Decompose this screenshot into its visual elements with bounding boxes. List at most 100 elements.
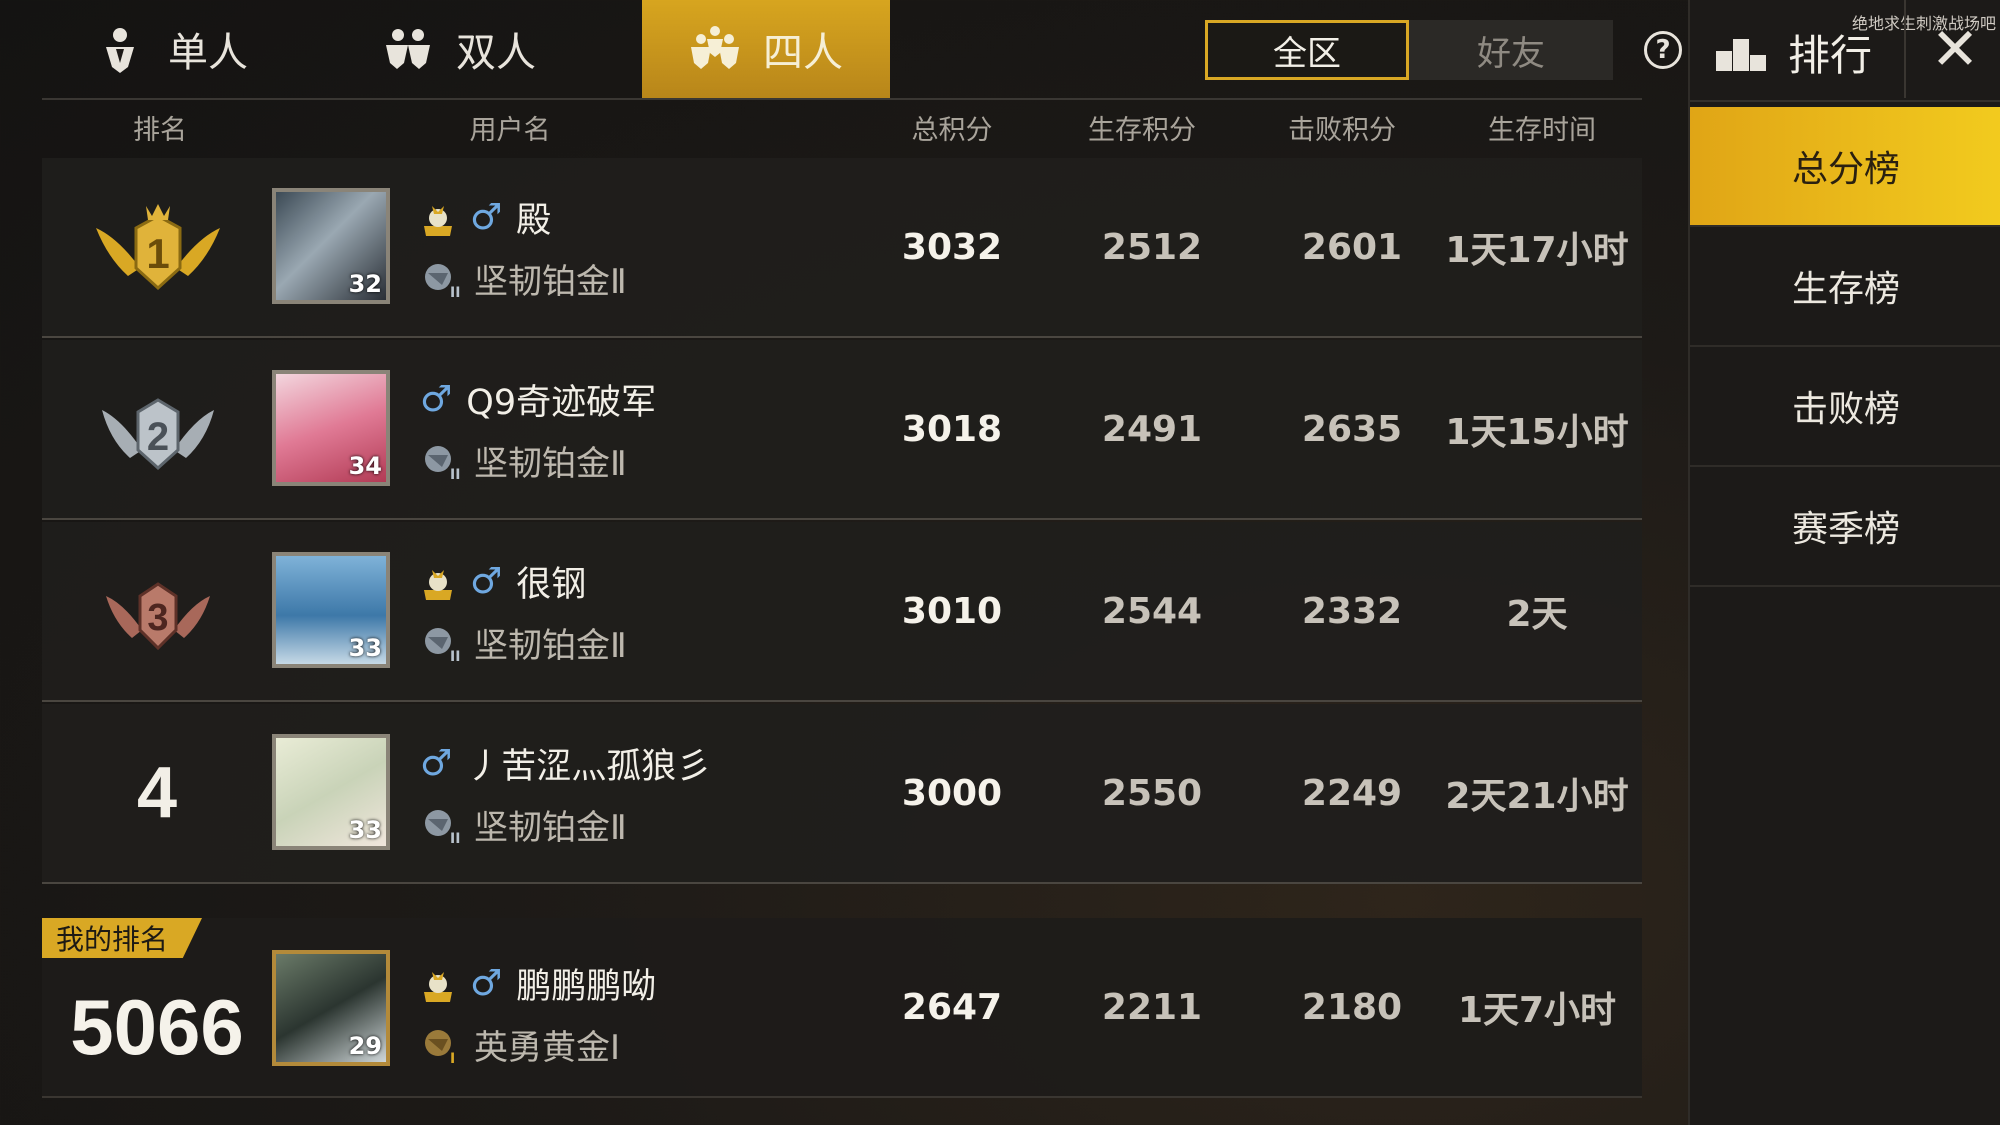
avatar[interactable]: 29 bbox=[272, 950, 390, 1066]
total-score: 3032 bbox=[901, 226, 1003, 268]
total-score: 3010 bbox=[901, 590, 1003, 632]
survival-score: 2512 bbox=[1101, 226, 1203, 268]
svg-text:II: II bbox=[450, 649, 460, 663]
platinum-tier-icon: II bbox=[425, 627, 460, 663]
tier-line: I 英勇黄金Ⅰ bbox=[420, 1020, 620, 1069]
my-rank-tag: 我的排名 bbox=[42, 918, 202, 958]
survival-time: 1天17小时 bbox=[1445, 230, 1629, 271]
player-name: 很钢 bbox=[516, 565, 587, 605]
col-rank: 排名 bbox=[133, 115, 187, 146]
male-icon: ♂ bbox=[470, 561, 503, 602]
avatar-level: 29 bbox=[348, 1032, 382, 1060]
tier-line: II 坚韧铂金Ⅱ bbox=[420, 254, 627, 303]
tier-label: 坚韧铂金Ⅱ bbox=[474, 444, 627, 484]
tab-squad-label: 四人 bbox=[763, 30, 843, 76]
podium-icon bbox=[1716, 38, 1766, 71]
side-panel: 绝地求生刺激战场吧 排行 ✕ 总分榜 生存榜 击败榜 赛季榜 bbox=[1688, 0, 2000, 1125]
kill-score: 2635 bbox=[1301, 408, 1403, 450]
survival-score: 2211 bbox=[1101, 986, 1203, 1028]
player-name: Q9奇迹破军 bbox=[466, 383, 657, 423]
avatar[interactable]: 33 bbox=[272, 552, 390, 668]
tab-season-board[interactable]: 赛季榜 bbox=[1690, 467, 2000, 587]
tab-squad[interactable]: 四人 bbox=[642, 0, 890, 98]
svg-text:II: II bbox=[450, 467, 460, 481]
player-name-line: ♂ 鹏鹏鹏呦 bbox=[420, 958, 656, 1009]
rank-1-gold-badge-icon: 1 bbox=[96, 204, 220, 291]
svg-text:3: 3 bbox=[147, 597, 168, 639]
kill-score: 2332 bbox=[1301, 590, 1403, 632]
kill-score: 2180 bbox=[1301, 986, 1403, 1028]
avatar-level: 33 bbox=[348, 816, 382, 844]
player-name-line: ♂ 殿 bbox=[420, 192, 551, 243]
help-icon[interactable]: ? bbox=[1644, 31, 1682, 69]
tier-label: 坚韧铂金Ⅱ bbox=[474, 626, 627, 666]
kill-score: 2601 bbox=[1301, 226, 1403, 268]
male-icon: ♂ bbox=[420, 743, 453, 784]
player-name-line: ♂ Q9奇迹破军 bbox=[420, 374, 656, 425]
avatar-level: 33 bbox=[348, 634, 382, 662]
svg-text:II: II bbox=[450, 285, 460, 299]
survival-score: 2491 bbox=[1101, 408, 1203, 450]
avatar[interactable]: ★ 34 bbox=[272, 370, 390, 486]
rank-2-silver-badge-icon: 2 bbox=[102, 398, 214, 471]
table-row[interactable]: 2 ★ 34 ♂ Q9奇迹破军 II 坚韧铂金Ⅱ 3018 2491 2635 … bbox=[42, 340, 1642, 520]
col-total-score: 总积分 bbox=[911, 115, 993, 146]
tab-total-score-board[interactable]: 总分榜 bbox=[1690, 107, 2000, 227]
table-row[interactable]: 3 33 ♂ 很钢 II 坚韧铂金Ⅱ 3010 2544 2332 2天 bbox=[42, 522, 1642, 702]
duo-icon bbox=[386, 29, 430, 69]
survival-time: 1天7小时 bbox=[1457, 990, 1617, 1031]
scope-friends[interactable]: 好友 bbox=[1409, 20, 1613, 80]
gold-tier-icon: I bbox=[425, 1029, 455, 1065]
my-rank-row[interactable]: 我的排名 5066 29 ♂ 鹏鹏鹏呦 I 英勇黄金Ⅰ 2647 2211 21… bbox=[42, 918, 1642, 1098]
tab-survival-board[interactable]: 生存榜 bbox=[1690, 227, 2000, 347]
tier-line: II 坚韧铂金Ⅱ bbox=[420, 800, 627, 849]
close-icon[interactable]: ✕ bbox=[1904, 0, 2000, 98]
star-icon: ★ bbox=[318, 192, 343, 195]
crown-icon bbox=[424, 205, 452, 236]
avatar[interactable]: ★ 32 bbox=[272, 188, 390, 304]
leaderboard-main: 单人 双人 四人 全区 好友 ? 排名 用户名 总积分 生存积分 击败积分 生存… bbox=[0, 0, 1690, 1125]
kill-score: 2249 bbox=[1301, 772, 1403, 814]
ranking-title: 排行 bbox=[1714, 22, 1872, 83]
survival-score: 2550 bbox=[1101, 772, 1203, 814]
svg-text:1: 1 bbox=[146, 230, 169, 277]
ranking-title-text: 排行 bbox=[1788, 31, 1873, 80]
scope-all-region[interactable]: 全区 bbox=[1205, 20, 1409, 80]
tier-line: II 坚韧铂金Ⅱ bbox=[420, 436, 627, 485]
survival-time: 1天15小时 bbox=[1445, 412, 1629, 453]
tab-kill-board[interactable]: 击败榜 bbox=[1690, 347, 2000, 467]
avatar[interactable]: ★ 33 bbox=[272, 734, 390, 850]
tier-line: II 坚韧铂金Ⅱ bbox=[420, 618, 627, 667]
total-score: 2647 bbox=[901, 986, 1003, 1028]
crown-icon bbox=[424, 971, 452, 1002]
tier-label: 坚韧铂金Ⅱ bbox=[474, 808, 627, 848]
avatar-level: 34 bbox=[348, 452, 382, 480]
survival-time: 2天 bbox=[1506, 594, 1568, 635]
rank-3-bronze-badge-icon: 3 bbox=[106, 582, 210, 651]
side-panel-header: 排行 ✕ bbox=[1690, 0, 2000, 102]
player-name-line: ♂ 很钢 bbox=[420, 556, 586, 607]
table-row[interactable]: 4 ★ 33 ♂ 丿苦涩灬孤狼彡 II 坚韧铂金Ⅱ 3000 2550 2249… bbox=[42, 704, 1642, 884]
tier-label: 英勇黄金Ⅰ bbox=[474, 1028, 621, 1068]
tab-single[interactable]: 单人 bbox=[94, 0, 334, 98]
player-name: 丿苦涩灬孤狼彡 bbox=[466, 747, 712, 787]
avatar-level: 32 bbox=[348, 270, 382, 298]
svg-text:II: II bbox=[450, 831, 460, 845]
col-survival-score: 生存积分 bbox=[1088, 115, 1196, 146]
male-icon: ♂ bbox=[420, 379, 453, 420]
svg-text:I: I bbox=[450, 1051, 455, 1065]
player-name-line: ♂ 丿苦涩灬孤狼彡 bbox=[420, 738, 711, 789]
tier-label: 坚韧铂金Ⅱ bbox=[474, 262, 627, 302]
platinum-tier-icon: II bbox=[425, 809, 460, 845]
platinum-tier-icon: II bbox=[425, 263, 460, 299]
table-row[interactable]: 1 ★ 32 ♂ 殿 II 坚韧铂金Ⅱ 3032 2512 2601 1天17小… bbox=[42, 158, 1642, 338]
star-icon: ★ bbox=[318, 374, 343, 377]
total-score: 3018 bbox=[901, 408, 1003, 450]
survival-time: 2天21小时 bbox=[1445, 776, 1629, 817]
tab-duo[interactable]: 双人 bbox=[382, 0, 622, 98]
crown-icon bbox=[424, 569, 452, 600]
my-rank-number: 5066 bbox=[70, 982, 244, 1071]
tab-duo-label: 双人 bbox=[456, 30, 536, 76]
rank-number: 4 bbox=[136, 753, 178, 833]
mode-tab-bar: 单人 双人 四人 全区 好友 ? bbox=[42, 0, 1682, 100]
